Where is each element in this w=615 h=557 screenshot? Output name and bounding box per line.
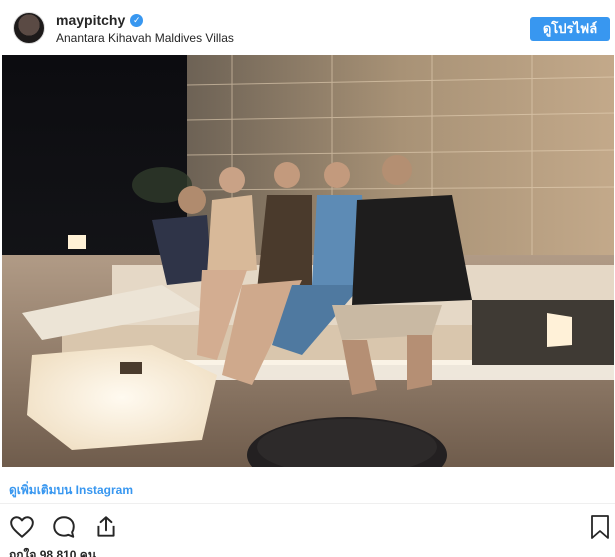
- view-more-on-instagram-link[interactable]: ดูเพิ่มเติมบน Instagram: [9, 481, 133, 500]
- view-profile-button[interactable]: ดูโปรไฟล์: [530, 17, 610, 41]
- post-header: maypitchy ✓ Anantara Kihavah Maldives Vi…: [0, 0, 615, 55]
- verified-badge-icon: ✓: [130, 13, 144, 27]
- action-bar: [9, 514, 119, 540]
- heart-icon[interactable]: [9, 514, 35, 540]
- post-photo[interactable]: [2, 55, 614, 467]
- username[interactable]: maypitchy: [56, 12, 125, 28]
- divider: [0, 503, 615, 504]
- bookmark-icon[interactable]: [589, 514, 611, 540]
- likes-count[interactable]: ถูกใจ 98,810 คน: [9, 546, 96, 557]
- username-row: maypitchy ✓: [56, 12, 144, 28]
- avatar[interactable]: [13, 12, 45, 44]
- location-label[interactable]: Anantara Kihavah Maldives Villas: [56, 31, 234, 45]
- comment-bubble-icon[interactable]: [51, 514, 77, 540]
- photo-image: [2, 55, 614, 467]
- share-icon[interactable]: [93, 514, 119, 540]
